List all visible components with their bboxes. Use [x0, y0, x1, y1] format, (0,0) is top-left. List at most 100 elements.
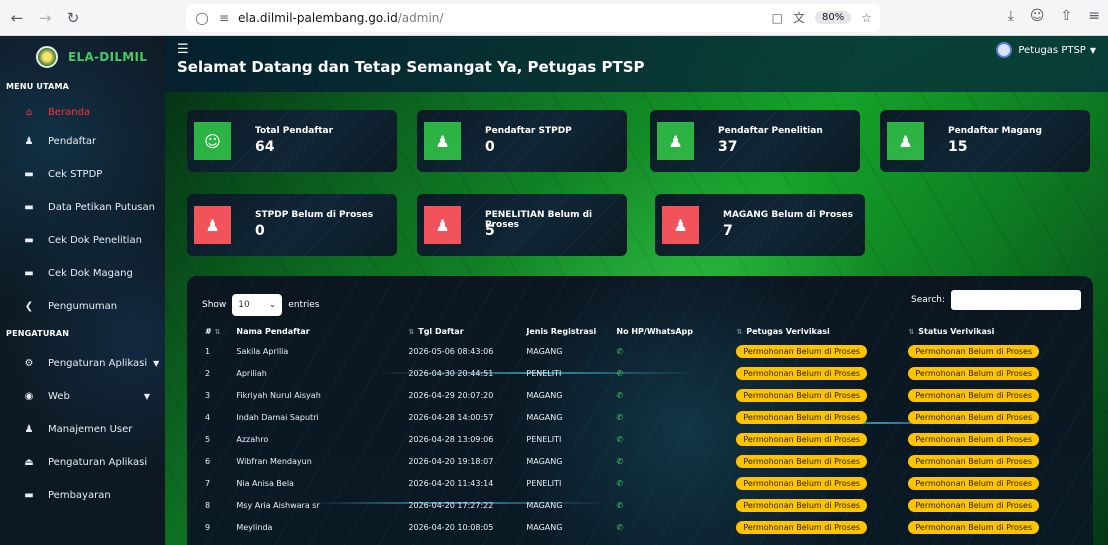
user-name: Petugas PTSP: [1018, 44, 1086, 56]
share-icon[interactable]: ⇧: [1061, 8, 1073, 24]
whatsapp-icon: ✆: [616, 500, 624, 510]
sidebar-item-cek-stpdp[interactable]: ▬ Cek STPDP: [0, 158, 165, 191]
table-row[interactable]: 7 Nia Anisa Bela 2026-04-20 11:43:14 PEN…: [199, 472, 1079, 494]
col-tgl-daftar[interactable]: ⇅ Tgl Daftar: [402, 322, 520, 340]
stat-card-pendaftar-magang[interactable]: ♟ Pendaftar Magang 15: [880, 110, 1090, 172]
col-nama-pendaftar[interactable]: Nama Pendaftar: [230, 322, 402, 340]
address-bar[interactable]: ◯ ≡ ela.dilmil-palembang.go.id /admin/ □…: [186, 4, 880, 32]
hamburger-icon[interactable]: ☰: [177, 42, 189, 57]
stat-card-penelitian-belum[interactable]: ♟ PENELITIAN Belum di Proses 5: [417, 194, 627, 256]
verification-status-badge[interactable]: Permohonan Belum di Proses: [908, 388, 1040, 402]
reload-icon[interactable]: ↻: [62, 7, 84, 29]
table-row[interactable]: 1 Sakila Aprilia 2026-05-06 08:43:06 MAG…: [199, 340, 1079, 362]
users-icon: ♟: [662, 206, 699, 244]
whatsapp-cell[interactable]: ✆: [610, 362, 730, 384]
url-actions: □ 文 80% ☆: [772, 9, 872, 26]
verification-status-badge[interactable]: Permohonan Belum di Proses: [908, 410, 1040, 424]
table-row[interactable]: 6 Wibfran Mendayun 2026-04-20 19:18:07 M…: [199, 450, 1079, 472]
verification-status-badge[interactable]: Permohonan Belum di Proses: [908, 498, 1040, 512]
officer-status-badge[interactable]: Permohonan Belum di Proses: [736, 388, 868, 402]
whatsapp-cell[interactable]: ✆: [610, 494, 730, 516]
stat-card-total-pendaftar[interactable]: ☺ Total Pendaftar 64: [187, 110, 397, 172]
whatsapp-cell[interactable]: ✆: [610, 406, 730, 428]
officer-status-badge[interactable]: Permohonan Belum di Proses: [736, 432, 868, 446]
status-cell: Permohonan Belum di Proses: [902, 340, 1079, 362]
officer-status-badge[interactable]: Permohonan Belum di Proses: [736, 344, 868, 358]
officer-status-badge[interactable]: Permohonan Belum di Proses: [736, 476, 868, 490]
sidebar-item-pendaftar[interactable]: ♟ Pendaftar: [0, 125, 165, 158]
officer-status-badge[interactable]: Permohonan Belum di Proses: [736, 366, 868, 380]
table-row[interactable]: 3 Fikriyah Nurul Aisyah 2026-04-29 20:07…: [199, 384, 1079, 406]
sidebar-item-label: Pembayaran: [48, 490, 111, 501]
permissions-icon[interactable]: ≡: [216, 10, 232, 26]
col-petugas-verivikasi[interactable]: ⇅ Petugas Verivikasi: [730, 322, 902, 340]
verification-status-badge[interactable]: Permohonan Belum di Proses: [908, 520, 1040, 534]
table-row[interactable]: 4 Indah Damai Saputri 2026-04-28 14:00:5…: [199, 406, 1079, 428]
whatsapp-cell[interactable]: ✆: [610, 472, 730, 494]
officer-status-badge[interactable]: Permohonan Belum di Proses: [736, 454, 868, 468]
stat-card-magang-belum[interactable]: ♟ MAGANG Belum di Proses 7: [655, 194, 865, 256]
stat-card-pendaftar-penelitian[interactable]: ♟ Pendaftar Penelitian 37: [650, 110, 860, 172]
officer-status-badge[interactable]: Permohonan Belum di Proses: [736, 410, 868, 424]
col-no-hp[interactable]: No HP/WhatsApp: [610, 322, 730, 340]
menu-icon[interactable]: ≡: [1088, 8, 1100, 24]
back-icon[interactable]: ←: [6, 7, 28, 29]
sidebar-item-pengumuman[interactable]: ❮ Pengumuman: [0, 290, 165, 323]
verification-status-badge[interactable]: Permohonan Belum di Proses: [908, 454, 1040, 468]
row-number: 1: [205, 346, 211, 356]
account-icon[interactable]: ☺: [1030, 8, 1045, 24]
stat-card-stpdp-belum[interactable]: ♟ STPDP Belum di Proses 0: [187, 194, 397, 256]
whatsapp-cell[interactable]: ✆: [610, 428, 730, 450]
officer-status-badge[interactable]: Permohonan Belum di Proses: [736, 520, 868, 534]
sidebar-item-pengaturan-aplikasi[interactable]: ⚙ Pengaturan Aplikasi ▼: [0, 347, 165, 380]
search-input[interactable]: [951, 290, 1081, 310]
forward-icon[interactable]: →: [34, 7, 56, 29]
card-label: PENELITIAN Belum di Proses: [485, 210, 593, 230]
page-title: Selamat Datang dan Tetap Semangat Ya, Pe…: [177, 58, 645, 76]
col-number[interactable]: # ⇅: [199, 322, 230, 340]
sidebar-item-manajemen-user[interactable]: ♟ Manajemen User: [0, 413, 165, 446]
whatsapp-cell[interactable]: ✆: [610, 340, 730, 362]
card-value: 0: [485, 139, 495, 155]
col-status-verivikasi[interactable]: ⇅ Status Verivikasi: [902, 322, 1079, 340]
officer-cell: Permohonan Belum di Proses: [730, 362, 902, 384]
sidebar-item-web[interactable]: ◉ Web ▼: [0, 380, 165, 413]
bookmark-star-icon[interactable]: ☆: [861, 11, 872, 25]
whatsapp-cell[interactable]: ✆: [610, 384, 730, 406]
whatsapp-cell[interactable]: ✆: [610, 516, 730, 538]
reader-view-icon[interactable]: □: [772, 11, 783, 25]
user-icon: ☺: [194, 122, 231, 160]
whatsapp-cell[interactable]: ✆: [610, 450, 730, 472]
officer-status-badge[interactable]: Permohonan Belum di Proses: [736, 498, 868, 512]
entries-select[interactable]: 10 ⌄: [232, 294, 283, 316]
whatsapp-icon: ✆: [616, 456, 624, 466]
translate-icon[interactable]: 文: [793, 9, 805, 26]
user-menu[interactable]: Petugas PTSP ▼: [996, 42, 1096, 58]
brand[interactable]: ELA-DILMIL: [0, 36, 165, 82]
table-row[interactable]: 8 Msy Aria Aishwara sr 2026-04-20 17:27:…: [199, 494, 1079, 516]
registrant-name: Apriliah: [236, 368, 267, 378]
col-jenis-registrasi[interactable]: Jenis Registrasi: [520, 322, 610, 340]
verification-status-badge[interactable]: Permohonan Belum di Proses: [908, 476, 1040, 490]
verification-status-badge[interactable]: Permohonan Belum di Proses: [908, 344, 1040, 358]
verification-status-badge[interactable]: Permohonan Belum di Proses: [908, 366, 1040, 380]
shield-icon[interactable]: ◯: [194, 10, 210, 26]
sidebar-item-cek-dok-magang[interactable]: ▬ Cek Dok Magang: [0, 257, 165, 290]
zoom-level[interactable]: 80%: [815, 11, 852, 24]
stat-card-pendaftar-stpdp[interactable]: ♟ Pendaftar STPDP 0: [417, 110, 627, 172]
registrant-name: Nia Anisa Bela: [236, 478, 294, 488]
section-menu-utama: MENU UTAMA: [6, 82, 70, 91]
sidebar-item-beranda[interactable]: ⌂ Beranda: [0, 100, 165, 125]
verification-status-badge[interactable]: Permohonan Belum di Proses: [908, 432, 1040, 446]
sidebar-item-pengaturan-aplikasi-2[interactable]: ⏏ Pengaturan Aplikasi: [0, 446, 165, 479]
table-row[interactable]: 9 Meylinda 2026-04-20 10:08:05 MAGANG ✆ …: [199, 516, 1079, 538]
sidebar-item-cek-dok-penelitian[interactable]: ▬ Cek Dok Penelitian: [0, 224, 165, 257]
status-cell: Permohonan Belum di Proses: [902, 472, 1079, 494]
table-row[interactable]: 2 Apriliah 2026-04-30 20:44:51 PENELITI …: [199, 362, 1079, 384]
download-icon[interactable]: ⤓: [1008, 8, 1014, 24]
table-row[interactable]: 5 Azzahro 2026-04-28 13:09:06 PENELITI ✆…: [199, 428, 1079, 450]
registration-type: PENELITI: [526, 368, 562, 378]
sidebar-item-data-petikan-putusan[interactable]: ▬ Data Petikan Putusan: [0, 191, 165, 224]
registration-type: MAGANG: [526, 500, 563, 510]
sidebar-item-pembayaran[interactable]: ▬ Pembayaran: [0, 479, 165, 512]
